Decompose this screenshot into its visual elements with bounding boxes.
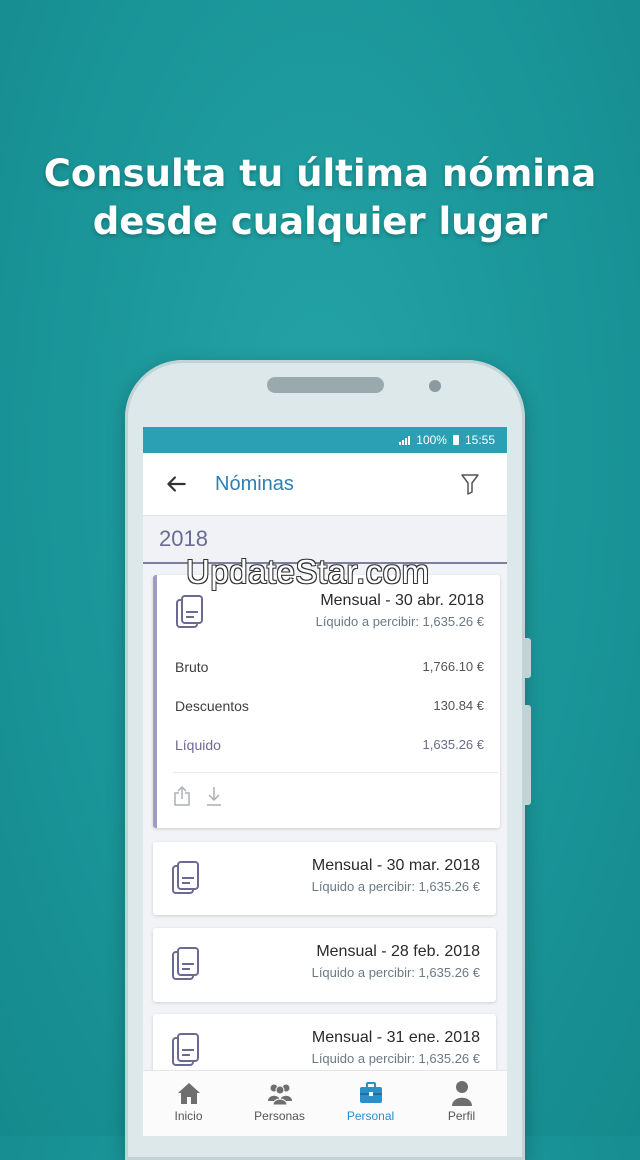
battery-icon [452,435,459,445]
person-icon [451,1081,472,1106]
payslip-net-amount: Líquido a percibir: 1,635.26 € [311,879,480,894]
detail-value: 1,635.26 € [422,737,484,752]
detail-row-bruto: Bruto 1,766.10 € [175,659,484,675]
phone-side-button [525,638,531,678]
people-icon [267,1084,292,1106]
bottom-navigation: Inicio Personas Personal Perfil [143,1070,507,1136]
phone-side-button [525,705,531,805]
nav-label: Inicio [174,1109,203,1123]
watermark-text: UpdateStar.com [186,553,430,590]
filter-icon[interactable] [459,472,481,496]
detail-row-descuentos: Descuentos 130.84 € [175,698,484,714]
document-icon [176,595,203,628]
nav-item-personas[interactable]: Personas [234,1071,325,1136]
nav-item-inicio[interactable]: Inicio [143,1071,234,1136]
payslip-summary: Mensual - 30 mar. 2018 Líquido a percibi… [312,857,480,894]
nav-item-personal[interactable]: Personal [325,1071,416,1136]
phone-camera [429,380,441,392]
nav-item-perfil[interactable]: Perfil [416,1071,507,1136]
phone-speaker [267,377,384,393]
status-time: 15:55 [464,433,495,447]
nav-label: Perfil [447,1109,476,1123]
battery-percent: 100% [416,433,447,447]
payslip-period: Mensual - 30 abr. 2018 [320,592,484,609]
signal-icon [399,435,411,445]
payslip-net-amount: Líquido a percibir: 1,635.26 € [311,965,480,980]
payslip-summary: Mensual - 31 ene. 2018 Líquido a percibi… [312,1029,480,1066]
payslip-card[interactable]: Mensual - 30 mar. 2018 Líquido a percibi… [153,842,496,915]
payslip-period: Mensual - 30 mar. 2018 [311,857,480,874]
arrow-left-icon[interactable] [163,471,189,497]
home-icon [177,1083,200,1104]
year-label: 2018 [159,526,208,551]
detail-label: Bruto [175,659,209,675]
payslip-card[interactable]: Mensual - 30 abr. 2018 Líquido a percibi… [153,575,500,828]
payslip-period: Mensual - 28 feb. 2018 [316,943,480,960]
app-screen: 100% 15:55 Nóminas 2018 Mensual - 30 abr… [143,427,507,1136]
payslip-period: Mensual - 31 ene. 2018 [311,1029,480,1046]
detail-label: Líquido [175,737,221,753]
app-bar: Nóminas [143,453,507,516]
document-icon [172,861,199,894]
payslip-net-amount: Líquido a percibir: 1,635.26 € [315,614,484,629]
promo-headline: Consulta tu última nómina desde cualquie… [0,150,640,246]
promo-headline-line-2: desde cualquier lugar [92,200,548,243]
payslip-net-amount: Líquido a percibir: 1,635.26 € [311,1051,480,1066]
download-icon[interactable] [205,785,223,807]
nav-label: Personal [346,1109,395,1123]
briefcase-icon [359,1082,382,1103]
card-divider [173,772,498,773]
nav-label: Personas [254,1109,305,1123]
detail-value: 130.84 € [433,698,484,713]
detail-row-liquido: Líquido 1,635.26 € [175,737,484,753]
detail-label: Descuentos [175,698,249,714]
payslip-summary: Mensual - 30 abr. 2018 Líquido a percibi… [316,592,484,629]
page-title: Nóminas [215,472,294,495]
promo-headline-line-1: Consulta tu última nómina [43,152,597,195]
status-bar: 100% 15:55 [143,427,507,453]
payslip-summary: Mensual - 28 feb. 2018 Líquido a percibi… [312,943,480,980]
detail-value: 1,766.10 € [422,659,484,674]
document-icon [172,947,199,980]
share-icon[interactable] [173,785,191,807]
document-icon [172,1033,199,1066]
payslip-card[interactable]: Mensual - 28 feb. 2018 Líquido a percibi… [153,928,496,1002]
